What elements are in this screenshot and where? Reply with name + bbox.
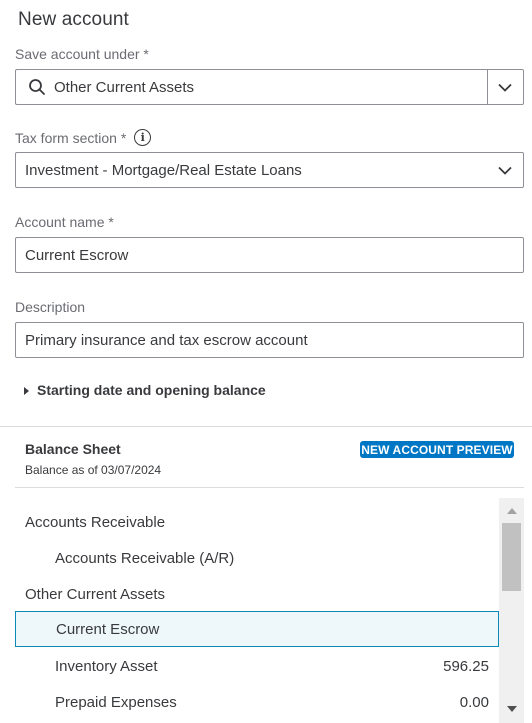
row-name: Accounts Receivable (A/R) — [55, 549, 235, 567]
scrollbar[interactable] — [499, 498, 524, 723]
page-title: New account — [18, 9, 129, 30]
row-amount: 596.25 — [443, 657, 489, 675]
tax-form-label-text: Tax form section * — [15, 129, 127, 146]
list-item-new-account: Current Escrow — [15, 611, 499, 647]
row-name: Current Escrow — [56, 620, 160, 638]
scrollbar-thumb[interactable] — [502, 523, 521, 591]
row-name: Prepaid Expenses — [55, 693, 177, 711]
account-name-input[interactable]: Current Escrow — [15, 237, 524, 273]
tax-form-select[interactable]: Investment - Mortgage/Real Estate Loans — [15, 152, 524, 188]
row-amount: 0.00 — [459, 693, 489, 711]
row-name: Inventory Asset — [55, 657, 158, 675]
list-item-category: Other Current Assets — [15, 576, 499, 612]
save-under-label: Save account under * — [15, 46, 149, 62]
account-name-label: Account name * — [15, 214, 114, 230]
chevron-down-icon[interactable] — [497, 162, 513, 178]
list-item: Inventory Asset 596.25 — [15, 648, 499, 684]
row-name: Accounts Receivable — [25, 513, 166, 531]
tax-form-label: Tax form section * i — [15, 129, 152, 146]
description-label: Description — [15, 299, 85, 315]
list-item-category: Accounts Receivable — [15, 504, 499, 540]
save-under-value: Other Current Assets — [54, 78, 195, 96]
chevron-down-icon[interactable] — [497, 79, 513, 95]
account-name-label-text: Account name * — [15, 214, 114, 230]
account-name-value: Current Escrow — [25, 246, 129, 264]
list-item: Prepaid Expenses 0.00 — [15, 684, 499, 720]
description-input[interactable]: Primary insurance and tax escrow account — [15, 322, 524, 358]
search-icon — [16, 70, 54, 104]
save-under-select[interactable]: Other Current Assets — [15, 69, 524, 105]
caret-right-icon — [24, 386, 29, 395]
list-item: Accounts Receivable (A/R) — [15, 540, 499, 576]
opening-balance-toggle[interactable]: Starting date and opening balance — [24, 382, 266, 398]
balance-sheet-divider — [15, 487, 524, 488]
section-divider — [0, 426, 532, 427]
select-divider — [487, 70, 488, 104]
scroll-down-arrow-icon[interactable] — [499, 698, 524, 720]
description-label-text: Description — [15, 299, 86, 315]
balance-sheet-list[interactable]: Accounts Receivable Accounts Receivable … — [15, 498, 499, 723]
description-value: Primary insurance and tax escrow account — [25, 331, 308, 349]
opening-balance-toggle-label: Starting date and opening balance — [37, 382, 266, 398]
scroll-up-arrow-icon[interactable] — [499, 500, 524, 522]
tax-form-value: Investment - Mortgage/Real Estate Loans — [25, 161, 302, 179]
row-name: Other Current Assets — [25, 585, 166, 603]
info-icon[interactable]: i — [134, 129, 152, 146]
save-under-label-text: Save account under * — [15, 46, 149, 62]
balance-sheet-subtitle: Balance as of 03/07/2024 — [25, 463, 162, 477]
balance-sheet-title: Balance Sheet — [25, 441, 121, 457]
preview-badge: NEW ACCOUNT PREVIEW — [360, 441, 514, 458]
